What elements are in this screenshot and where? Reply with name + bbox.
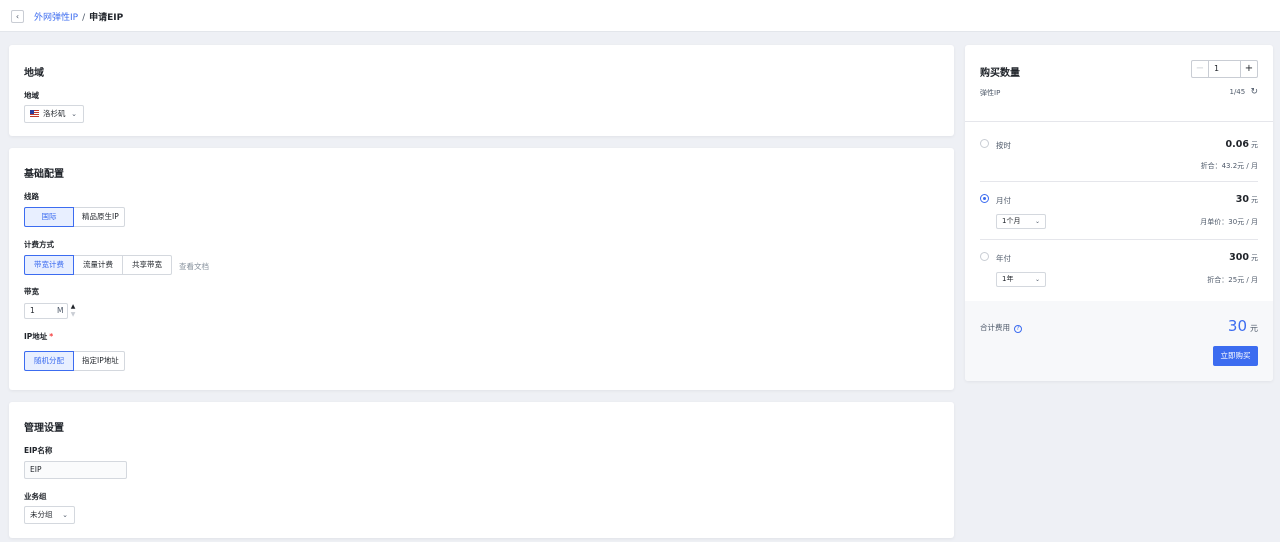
chevron-down-icon: ⌄ — [1034, 276, 1040, 283]
business-group-value: 未分组 — [30, 510, 53, 519]
caret-down-icon[interactable]: ▼ — [67, 311, 79, 319]
price-value-hourly: 0.06 — [1225, 139, 1249, 150]
price-unit-monthly: 元 — [1251, 196, 1258, 204]
quantity-increase-button[interactable]: + — [1240, 61, 1257, 77]
question-circle-icon[interactable]: ? — [1014, 325, 1022, 333]
billing-options: 带宽计费 流量计费 共享带宽 — [24, 255, 172, 275]
option-divider — [980, 239, 1258, 240]
line-options: 国际 精品原生IP — [24, 207, 125, 227]
breadcrumb: 外网弹性IP / 申请EIP — [34, 10, 123, 23]
option-label-monthly: 月付 — [996, 196, 1011, 205]
required-asterisk: * — [49, 332, 54, 341]
eip-name-input[interactable]: EIP — [24, 461, 127, 479]
price-value-yearly: 300 — [1229, 252, 1249, 263]
option-price-hourly: 0.06 元 — [1226, 139, 1258, 150]
bandwidth-label: 带宽 — [24, 287, 39, 296]
purchase-card: 购买数量 − 1 + 弹性IP 1/45 ↻ 按时 0.06 元 折合：43.2元… — [965, 45, 1273, 381]
back-button[interactable]: ‹ — [11, 10, 24, 23]
line-option-native-ip[interactable]: 精品原生IP — [73, 207, 125, 227]
line-label: 线路 — [24, 192, 39, 201]
total-label: 合计费用? — [980, 322, 1022, 333]
yearly-period-value: 1年 — [1002, 275, 1014, 283]
price-unit-hourly: 元 — [1251, 141, 1258, 149]
price-unit-yearly: 元 — [1251, 254, 1258, 262]
top-bar: ‹ 外网弹性IP / 申请EIP — [0, 0, 1280, 32]
region-select-value: 洛杉矶 — [43, 109, 66, 118]
bandwidth-value: 1 — [30, 306, 35, 315]
option-price-yearly: 300 元 — [1229, 252, 1258, 263]
ip-address-label-text: IP地址 — [24, 332, 48, 341]
bandwidth-spinner[interactable]: ▲ ▼ — [67, 303, 79, 319]
purchase-title: 购买数量 — [980, 68, 1020, 79]
eip-name-value: EIP — [30, 465, 42, 474]
billing-label: 计费方式 — [24, 240, 54, 249]
total-label-text: 合计费用 — [980, 323, 1010, 332]
business-group-select[interactable]: 未分组 ⌄ — [24, 506, 75, 524]
radio-monthly[interactable] — [980, 194, 989, 203]
page-title: 申请EIP — [89, 13, 124, 23]
bandwidth-unit: M — [57, 306, 64, 315]
quota-label: 弹性IP — [980, 89, 1001, 97]
ip-option-random[interactable]: 随机分配 — [24, 351, 74, 371]
quantity-stepper: − 1 + — [1191, 60, 1258, 78]
buy-now-button[interactable]: 立即购买 — [1213, 346, 1258, 366]
chevron-down-icon: ⌄ — [71, 110, 77, 118]
option-note-hourly: 折合：43.2元 / 月 — [1200, 162, 1258, 170]
total-unit: 元 — [1250, 324, 1258, 333]
monthly-period-value: 1个月 — [1002, 217, 1021, 225]
monthly-period-select[interactable]: 1个月 ⌄ — [996, 214, 1046, 229]
breadcrumb-parent-link[interactable]: 外网弹性IP — [34, 13, 78, 23]
basic-config-title: 基础配置 — [24, 169, 64, 180]
quota-count: 1/45 — [1229, 88, 1246, 96]
refresh-icon[interactable]: ↻ — [1250, 87, 1258, 97]
option-note-yearly: 折合：25元 / 月 — [1207, 276, 1258, 284]
region-card: 地域 地域 洛杉矶 ⌄ — [9, 45, 954, 136]
option-divider — [980, 181, 1258, 182]
quota-value: 1/45 ↻ — [1229, 87, 1258, 97]
caret-up-icon[interactable]: ▲ — [67, 303, 79, 311]
region-select[interactable]: 洛杉矶 ⌄ — [24, 105, 84, 123]
option-label-yearly: 年付 — [996, 254, 1011, 263]
option-label-hourly: 按时 — [996, 141, 1011, 150]
region-label: 地域 — [24, 91, 39, 100]
price-value-monthly: 30 — [1235, 194, 1249, 205]
option-price-monthly: 30 元 — [1236, 194, 1258, 205]
line-option-international[interactable]: 国际 — [24, 207, 74, 227]
total-price: 30 元 — [1228, 317, 1258, 335]
breadcrumb-separator: / — [82, 13, 86, 23]
billing-option-traffic[interactable]: 流量计费 — [73, 255, 123, 275]
billing-option-shared[interactable]: 共享带宽 — [122, 255, 172, 275]
view-docs-link[interactable]: 查看文档 — [179, 261, 209, 272]
region-card-title: 地域 — [24, 68, 44, 79]
ip-option-specify[interactable]: 指定IP地址 — [73, 351, 125, 371]
us-flag-icon — [30, 110, 39, 117]
management-card: 管理设置 EIP名称 EIP 业务组 未分组 ⌄ — [9, 402, 954, 538]
section-divider — [965, 121, 1273, 122]
option-note-monthly: 月单价：30元 / 月 — [1200, 218, 1258, 226]
billing-option-bandwidth[interactable]: 带宽计费 — [24, 255, 74, 275]
yearly-period-select[interactable]: 1年 ⌄ — [996, 272, 1046, 287]
ip-address-options: 随机分配 指定IP地址 — [24, 351, 125, 371]
quantity-input[interactable]: 1 — [1209, 61, 1240, 77]
total-value: 30 — [1227, 317, 1247, 335]
quantity-decrease-button[interactable]: − — [1192, 61, 1209, 77]
chevron-down-icon: ⌄ — [62, 511, 68, 519]
business-group-label: 业务组 — [24, 492, 47, 501]
management-title: 管理设置 — [24, 423, 64, 434]
radio-yearly[interactable] — [980, 252, 989, 261]
total-area: 合计费用? 30 元 立即购买 — [965, 301, 1273, 381]
chevron-left-icon: ‹ — [15, 12, 20, 21]
radio-hourly[interactable] — [980, 139, 989, 148]
chevron-down-icon: ⌄ — [1034, 218, 1040, 225]
ip-address-label: IP地址 * — [24, 331, 53, 342]
eip-name-label: EIP名称 — [24, 446, 53, 455]
basic-config-card: 基础配置 线路 国际 精品原生IP 计费方式 带宽计费 流量计费 共享带宽 查看… — [9, 148, 954, 390]
